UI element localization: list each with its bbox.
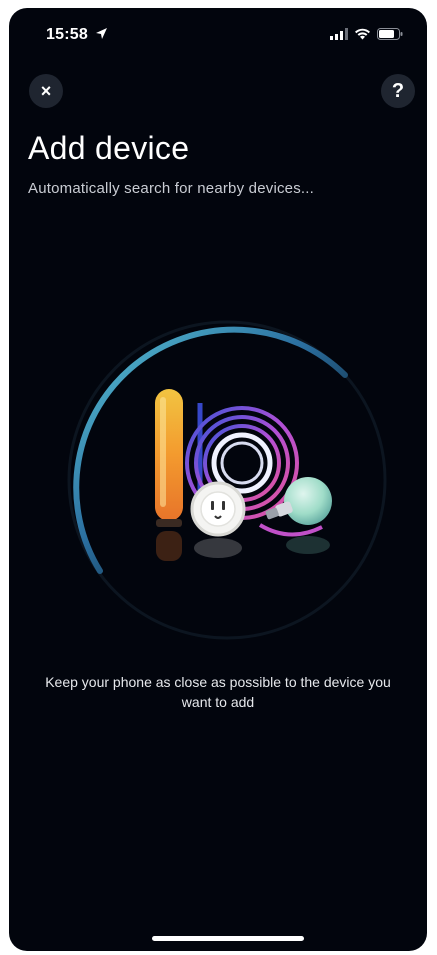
status-bar: 15:58 [9, 8, 427, 56]
page-subtitle: Automatically search for nearby devices.… [28, 180, 315, 197]
smart-plug-device [190, 481, 246, 537]
light-bar-device [155, 389, 183, 527]
page-title: Add device [28, 130, 190, 166]
status-time: 15:58 [46, 26, 88, 43]
close-button[interactable]: × [29, 74, 63, 108]
help-button[interactable]: ? [381, 74, 415, 108]
smart-bulb-device [265, 477, 332, 525]
status-indicators [330, 27, 403, 45]
proximity-hint: Keep your phone as close as possible to … [45, 674, 391, 710]
signal-icon [330, 27, 348, 45]
battery-icon [377, 27, 403, 45]
scan-illustration [60, 313, 394, 647]
wifi-icon [354, 27, 371, 45]
location-arrow-icon [95, 27, 108, 45]
home-indicator[interactable] [152, 936, 304, 941]
help-icon: ? [391, 79, 405, 102]
phone-screen: 15:58 × ? Add device Automatically searc… [9, 8, 427, 951]
close-icon: × [40, 80, 52, 101]
device-reflection [156, 531, 330, 561]
